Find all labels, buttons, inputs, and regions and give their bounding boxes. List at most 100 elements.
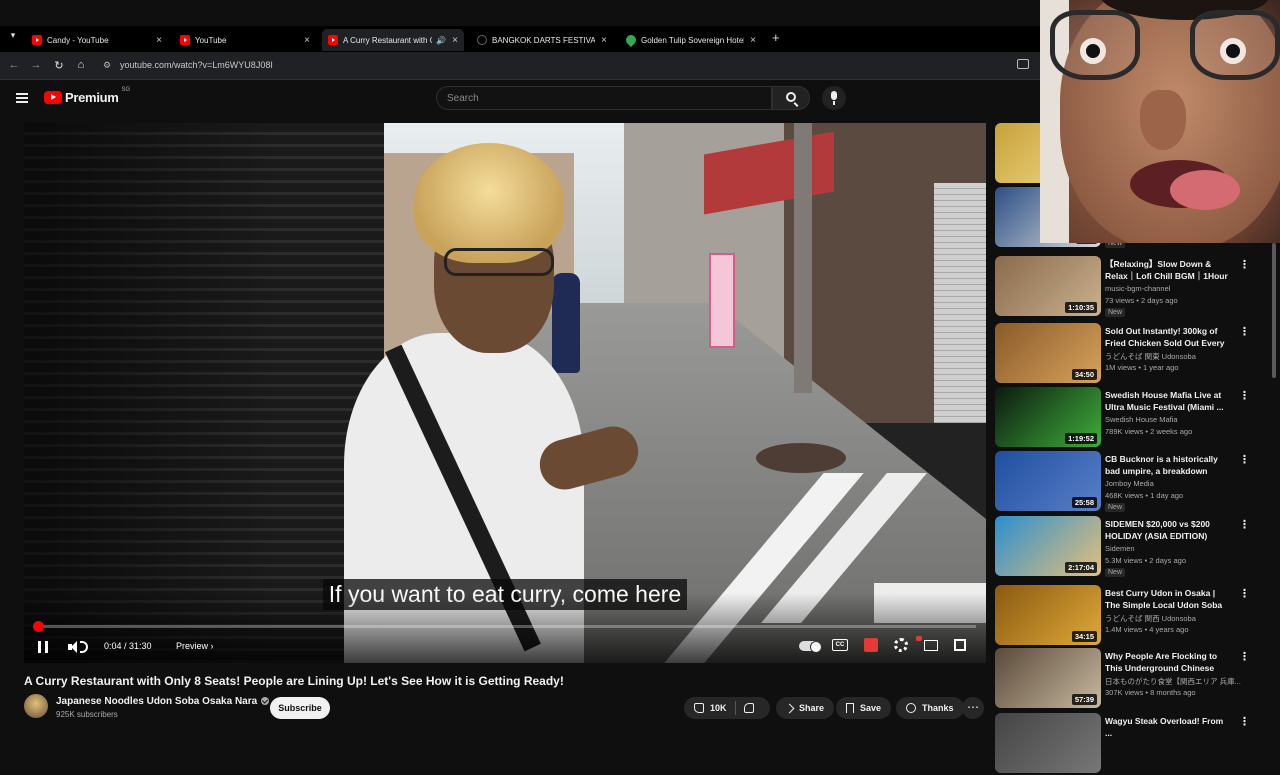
video-thumbnail[interactable]: 2:17:04	[995, 516, 1101, 576]
url-field[interactable]: youtube.com/watch?v=Lm6WYU8J08I	[120, 60, 273, 70]
close-tab-icon[interactable]: ×	[304, 35, 310, 46]
more-options-icon[interactable]: ⋮	[1239, 325, 1250, 338]
save-button[interactable]: Save	[836, 697, 892, 719]
new-tab-plus-icon[interactable]: +	[772, 30, 780, 45]
youtube-premium-logo[interactable]: Premium SG	[44, 87, 130, 105]
more-options-icon[interactable]: ⋮	[1239, 587, 1250, 600]
share-button[interactable]: Share	[776, 697, 835, 719]
forward-arrow-icon[interactable]: →	[29, 59, 43, 71]
back-arrow-icon[interactable]: ←	[7, 59, 21, 71]
recommended-channel: うどんそば 関西 Udonsoba	[1105, 614, 1196, 623]
youtube-favicon-icon	[32, 35, 42, 45]
recommended-title: Why People Are Flocking to This Undergro…	[1105, 651, 1218, 673]
browser-tab[interactable]: BANGKOK DARTS FESTIVAL 202 ×	[471, 29, 613, 51]
recommended-meta: 307K views • 8 months ago	[1105, 688, 1196, 697]
thanks-button[interactable]: Thanks	[896, 697, 964, 719]
share-label: Share	[799, 703, 825, 713]
duration-badge: 1:10:35	[1065, 302, 1097, 313]
close-tab-icon[interactable]: ×	[601, 35, 607, 46]
more-options-icon[interactable]: ⋮	[1239, 453, 1250, 466]
channel-avatar[interactable]	[24, 694, 48, 718]
recommended-title: Best Curry Udon in Osaka | The Simple Lo…	[1105, 588, 1223, 610]
more-options-icon[interactable]: ⋮	[1239, 650, 1250, 663]
video-thumbnail[interactable]: 34:15	[995, 585, 1101, 645]
theater-mode-icon[interactable]	[924, 640, 938, 651]
logo-text: Premium	[65, 90, 119, 105]
voice-search-mic-icon[interactable]	[822, 86, 846, 110]
duration-badge: 1:19:52	[1065, 433, 1097, 444]
subscribe-button[interactable]: Subscribe	[270, 697, 330, 719]
more-options-icon[interactable]: ⋮	[1239, 389, 1250, 402]
close-tab-icon[interactable]: ×	[750, 35, 756, 46]
youtube-favicon-icon	[328, 35, 338, 45]
like-thumbs-up-icon[interactable]	[694, 703, 704, 713]
recommended-meta: 468K views • 1 day ago	[1105, 491, 1184, 500]
recommended-video[interactable]: Wagyu Steak Overload! From ... ⋮	[994, 713, 1280, 775]
browser-tab[interactable]: Candy - YouTube ×	[26, 29, 168, 51]
preview-button[interactable]: Preview ›	[176, 641, 214, 651]
youtube-header: Premium SG	[0, 80, 1040, 118]
video-thumbnail[interactable]	[995, 713, 1101, 773]
more-actions-icon[interactable]: ⋯	[962, 697, 984, 719]
video-player[interactable]: If you want to eat curry, come here 0:04…	[24, 123, 986, 663]
tab-audio-icon[interactable]: 🔊	[436, 36, 446, 45]
recommended-meta: 73 views • 2 days ago	[1105, 296, 1178, 305]
blank-favicon-icon	[477, 35, 487, 45]
recommended-video[interactable]: 34:50 Sold Out Instantly! 300kg of Fried …	[994, 323, 1280, 385]
browser-tab[interactable]: YouTube ×	[174, 29, 316, 51]
recommended-title: CB Bucknor is a historically bad umpire,…	[1105, 454, 1218, 476]
sidebar-scrollbar[interactable]	[1272, 243, 1276, 378]
search-input[interactable]	[437, 87, 771, 109]
home-icon[interactable]: ⌂	[74, 59, 88, 71]
recommended-video[interactable]: 34:15 Best Curry Udon in Osaka | The Simp…	[994, 585, 1280, 647]
recommended-video[interactable]: 1:10:35 【Relaxing】Slow Down & Relax｜Lofi …	[994, 256, 1280, 318]
more-options-icon[interactable]: ⋮	[1239, 518, 1250, 531]
duration-badge: 25:58	[1071, 497, 1097, 508]
menu-hamburger-icon[interactable]	[16, 93, 28, 103]
browser-tab[interactable]: A Curry Restaurant with Onl 🔊 ×	[322, 29, 464, 51]
video-thumbnail[interactable]: 57:39	[995, 648, 1101, 708]
video-thumbnail[interactable]: 1:10:35	[995, 256, 1101, 316]
video-thumbnail[interactable]: 25:58	[995, 451, 1101, 511]
recommended-video[interactable]: 25:58 CB Bucknor is a historically bad um…	[994, 451, 1280, 513]
time-display: 0:04 / 31:30	[104, 641, 152, 651]
progress-bar[interactable]	[33, 621, 976, 632]
fullscreen-icon[interactable]	[954, 639, 966, 651]
like-count[interactable]: 10K	[710, 703, 727, 713]
thanks-label: Thanks	[922, 703, 954, 713]
tab-search-chevron-icon[interactable]: ▾	[6, 30, 20, 44]
pause-icon[interactable]	[38, 641, 48, 653]
clip-bookmark-icon[interactable]	[864, 638, 878, 652]
install-app-icon[interactable]	[1017, 59, 1029, 69]
recommended-meta: 1M views • 1 year ago	[1105, 363, 1179, 372]
site-info-icon[interactable]: ⚙	[103, 60, 111, 71]
close-tab-icon[interactable]: ×	[156, 35, 162, 46]
recommended-video[interactable]: 2:17:04 SIDEMEN $20,000 vs $200 HOLIDAY (…	[994, 516, 1280, 578]
recommended-video[interactable]: 57:39 Why People Are Flocking to This Und…	[994, 648, 1280, 710]
browser-tab[interactable]: Golden Tulip Sovereign Hotel B ×	[620, 29, 762, 51]
recommended-channel: music-bgm-channel	[1105, 284, 1171, 293]
more-options-icon[interactable]: ⋮	[1239, 258, 1250, 271]
search-button[interactable]	[772, 86, 810, 110]
more-options-icon[interactable]: ⋮	[1239, 715, 1250, 728]
tab-title: BANGKOK DARTS FESTIVAL 202	[492, 35, 596, 45]
youtube-play-icon	[44, 91, 62, 104]
recommended-video[interactable]: 1:19:52 Swedish House Mafia Live at Ultra…	[994, 387, 1280, 449]
close-tab-icon[interactable]: ×	[452, 35, 458, 46]
dislike-thumbs-down-icon[interactable]	[743, 703, 754, 713]
video-thumbnail[interactable]: 34:50	[995, 323, 1101, 383]
video-thumbnail[interactable]: 1:19:52	[995, 387, 1101, 447]
subtitles-cc-icon[interactable]: CC	[832, 639, 848, 651]
recommended-channel: うどんそば 関東 Udonsoba	[1105, 352, 1196, 361]
maps-favicon-icon	[623, 32, 639, 48]
recommended-channel: Swedish House Mafia	[1105, 415, 1178, 424]
scrubber-handle[interactable]	[33, 621, 44, 632]
search-box	[436, 86, 772, 110]
reload-icon[interactable]: ↻	[52, 59, 66, 72]
new-badge: New	[1105, 503, 1126, 512]
recommended-channel: Sidemen	[1105, 544, 1135, 553]
duration-badge: 34:15	[1071, 631, 1097, 642]
settings-gear-icon[interactable]	[894, 638, 908, 652]
channel-name[interactable]: Japanese Noodles Udon Soba Osaka Nara	[56, 696, 270, 707]
autoplay-toggle[interactable]	[799, 641, 822, 653]
